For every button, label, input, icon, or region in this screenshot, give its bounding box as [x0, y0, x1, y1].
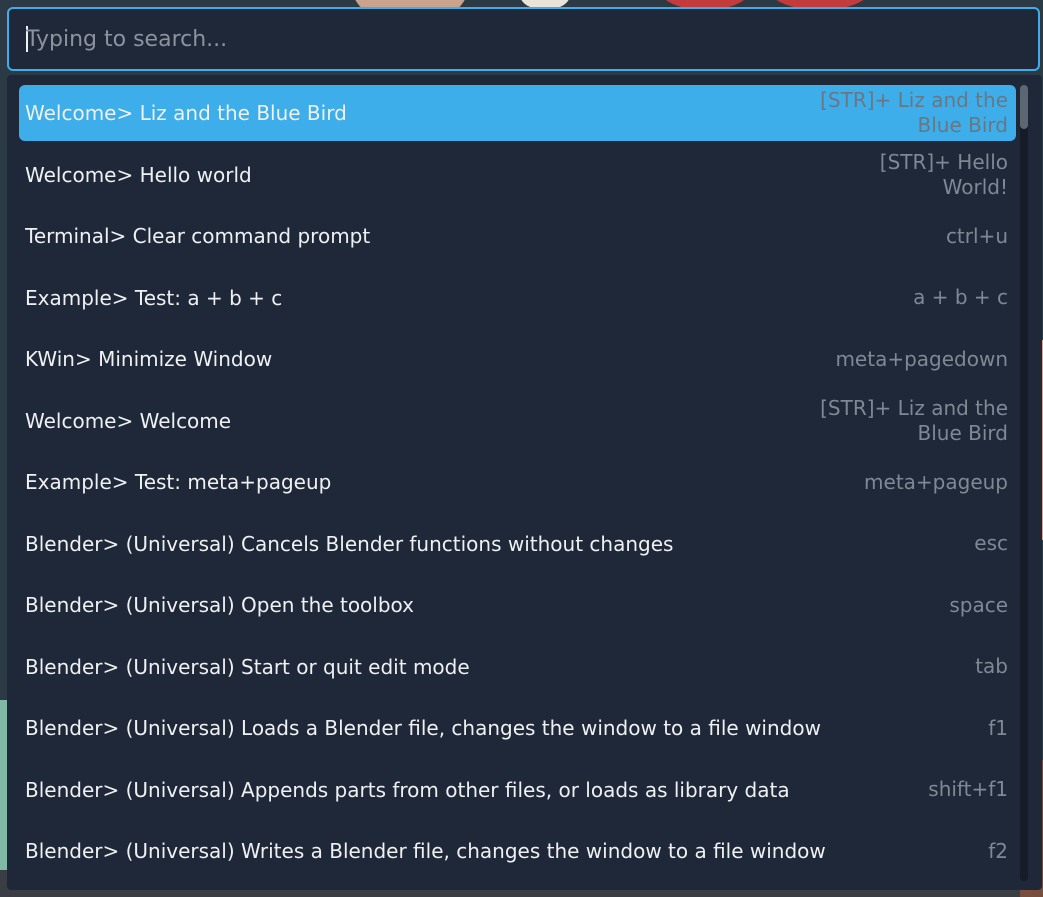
result-label: Example> Test: meta+pageup — [25, 470, 332, 494]
result-shortcut: esc — [974, 531, 1008, 555]
result-item[interactable]: Blender> (Universal) Loads a Blender fil… — [19, 700, 1016, 756]
search-input[interactable] — [26, 9, 1016, 69]
result-label: Blender> (Universal) Cancels Blender fun… — [25, 531, 674, 556]
result-shortcut: tab — [975, 654, 1008, 678]
result-label: Blender> (Universal) Writes a Blender fi… — [25, 839, 826, 863]
scrollbar[interactable] — [1020, 85, 1028, 881]
result-item[interactable]: Blender> (Universal) Cancels Blender fun… — [19, 516, 1016, 572]
result-shortcut: f1 — [988, 715, 1008, 740]
result-item[interactable]: KWin> Minimize Window meta+pagedown — [19, 331, 1016, 387]
scrollbar-thumb[interactable] — [1020, 85, 1028, 129]
result-item[interactable]: Blender> (Universal) Open the toolbox spa… — [19, 577, 1016, 633]
results-list: Welcome> Liz and the Blue Bird [STR]+ Liz… — [19, 85, 1016, 885]
result-label: Welcome> Liz and the Blue Bird — [25, 101, 347, 125]
result-shortcut: shift+f1 — [928, 777, 1008, 801]
result-shortcut: [STR]+ Liz and the Blue Bird — [820, 88, 1008, 137]
result-shortcut: meta+pagedown — [835, 346, 1008, 371]
result-item[interactable]: Blender> (Universal) Appends parts from … — [19, 762, 1016, 818]
result-shortcut: ctrl+u — [945, 223, 1008, 248]
result-shortcut: a + b + c — [913, 285, 1008, 309]
result-label: Blender> (Universal) Open the toolbox — [25, 593, 415, 617]
result-label: Terminal> Clear command prompt — [25, 224, 371, 248]
results-panel: Welcome> Liz and the Blue Bird [STR]+ Liz… — [7, 75, 1042, 890]
result-shortcut: meta+pageup — [864, 469, 1008, 494]
result-label: Example> Test: a + b + c — [25, 285, 283, 310]
result-item[interactable]: Blender> (Universal) Writes a Blender fi… — [19, 823, 1016, 879]
search-box[interactable] — [7, 7, 1040, 71]
result-item[interactable]: Welcome> Welcome [STR]+ Liz and the Blue … — [19, 393, 1016, 449]
result-label: Blender> (Universal) Start or quit edit … — [25, 654, 470, 679]
result-item[interactable]: Welcome> Hello world [STR]+ Hello World! — [19, 147, 1016, 203]
result-label: Welcome> Hello world — [25, 162, 252, 187]
result-label: Welcome> Welcome — [25, 408, 232, 433]
result-item[interactable]: Example> Test: a + b + c a + b + c — [19, 270, 1016, 326]
result-item[interactable]: Terminal> Clear command prompt ctrl+u — [19, 208, 1016, 264]
result-shortcut: [STR]+ Liz and the Blue Bird — [820, 395, 1008, 445]
result-item[interactable]: Blender> (Universal) Start or quit edit … — [19, 639, 1016, 695]
result-item[interactable]: Example> Test: meta+pageup meta+pageup — [19, 454, 1016, 510]
result-shortcut: [STR]+ Hello World! — [879, 149, 1008, 199]
result-label: KWin> Minimize Window — [25, 347, 273, 371]
result-item[interactable]: Welcome> Liz and the Blue Bird [STR]+ Liz… — [19, 85, 1016, 141]
result-shortcut: space — [949, 592, 1008, 617]
result-label: Blender> (Universal) Loads a Blender fil… — [25, 716, 821, 740]
result-label: Blender> (Universal) Appends parts from … — [25, 777, 790, 802]
result-shortcut: f2 — [988, 838, 1008, 863]
